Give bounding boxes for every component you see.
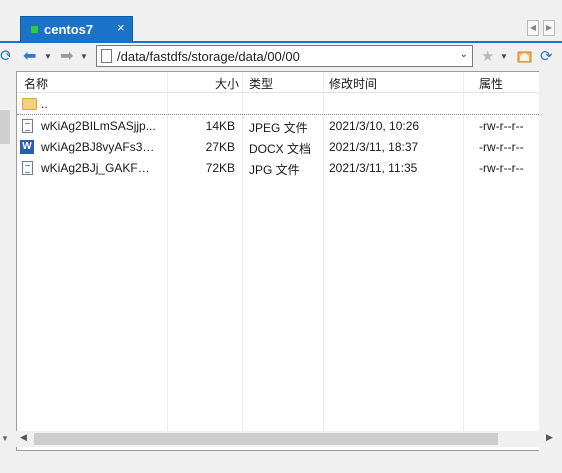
file-size: 14KB [205, 119, 235, 133]
back-arrow-icon[interactable]: ⬅ [23, 47, 36, 67]
file-list: ^ 名称 大小 类型 修改时间 属性 .. wKiAg2BILmSASjjp..… [16, 71, 556, 451]
back-history-dropdown-icon[interactable]: ▼ [44, 47, 52, 67]
file-modified: 2021/3/11, 11:35 [329, 161, 418, 175]
file-type: DOCX 文档 [249, 142, 312, 156]
bookmark-star-icon[interactable]: ★ [481, 47, 494, 67]
file-name: wKiAg2BJ8vyAFs3X... [41, 140, 157, 154]
connection-status-icon [31, 26, 38, 33]
file-size: 27KB [205, 140, 235, 154]
file-type: JPEG 文件 [249, 121, 308, 135]
image-file-icon [22, 119, 33, 133]
path-input[interactable]: /data/fastdfs/storage/data/00/00 ⌄ [96, 45, 473, 67]
home-folder-icon[interactable] [517, 48, 532, 64]
file-size: 72KB [205, 161, 235, 175]
file-name: wKiAg2BILmSASjjp... [41, 119, 156, 133]
path-document-icon [101, 49, 112, 63]
column-header-row: ^ 名称 大小 类型 修改时间 属性 [17, 72, 555, 93]
file-row[interactable]: wKiAg2BILmSASjjp... 14KB JPEG 文件 2021/3/… [17, 116, 555, 136]
sort-ascending-icon: ^ [91, 71, 95, 76]
column-header-name[interactable]: 名称 [24, 75, 48, 92]
horizontal-scrollbar[interactable]: ◀ ▶ [16, 431, 557, 447]
file-modified: 2021/3/10, 10:26 [329, 119, 420, 133]
file-name: .. [41, 97, 48, 111]
tab-scroll-left-button[interactable]: ◀ [527, 20, 539, 36]
column-header-attributes[interactable]: 属性 [479, 75, 503, 92]
image-file-icon [22, 161, 33, 175]
file-attributes: -rw-r--r-- [479, 119, 524, 133]
path-text[interactable]: /data/fastdfs/storage/data/00/00 [117, 49, 300, 64]
word-doc-icon: W [20, 140, 34, 154]
horizontal-scroll-thumb[interactable] [34, 433, 498, 445]
file-name: wKiAg2BJj_GAKFCL... [41, 161, 157, 175]
tab-strip: centos7 × ◀ ▶ [0, 0, 562, 42]
navigation-toolbar: ⟳ ⬅ ▼ ➡ ▼ /data/fastdfs/storage/data/00/… [0, 43, 562, 71]
forward-history-dropdown-icon[interactable]: ▼ [80, 47, 88, 67]
tab-centos7[interactable]: centos7 × [20, 16, 133, 42]
folder-icon [22, 98, 37, 110]
refresh-icon[interactable]: ⟳ [540, 47, 553, 67]
file-row[interactable]: wKiAg2BJj_GAKFCL... 72KB JPG 文件 2021/3/1… [17, 158, 555, 178]
left-pane-scrollbar[interactable] [0, 110, 10, 144]
tab-scroll-right-button[interactable]: ▶ [543, 20, 555, 36]
file-type: JPG 文件 [249, 163, 300, 177]
column-header-modified[interactable]: 修改时间 [329, 75, 377, 92]
bookmark-dropdown-icon[interactable]: ▼ [500, 47, 508, 67]
file-attributes: -rw-r--r-- [479, 140, 524, 154]
vertical-scrollbar[interactable] [539, 71, 557, 451]
column-header-size[interactable]: 大小 [215, 75, 239, 92]
forward-arrow-icon[interactable]: ➡ [60, 47, 73, 67]
scroll-right-icon[interactable]: ▶ [546, 432, 553, 443]
parent-directory-row[interactable]: .. [17, 94, 555, 115]
scroll-left-icon[interactable]: ◀ [20, 432, 27, 443]
column-header-type[interactable]: 类型 [249, 75, 273, 92]
file-modified: 2021/3/11, 18:37 [329, 140, 419, 154]
tab-close-icon[interactable]: × [117, 21, 125, 35]
status-area [0, 451, 562, 473]
path-dropdown-icon[interactable]: ⌄ [460, 49, 468, 60]
left-pane-scroll-down-icon[interactable]: ▼ [1, 434, 9, 443]
file-row[interactable]: W wKiAg2BJ8vyAFs3X... 27KB DOCX 文档 2021/… [17, 137, 555, 157]
file-attributes: -rw-r--r-- [479, 161, 524, 175]
tab-label: centos7 [44, 22, 94, 37]
left-pane-refresh-icon[interactable]: ⟳ [0, 47, 10, 67]
